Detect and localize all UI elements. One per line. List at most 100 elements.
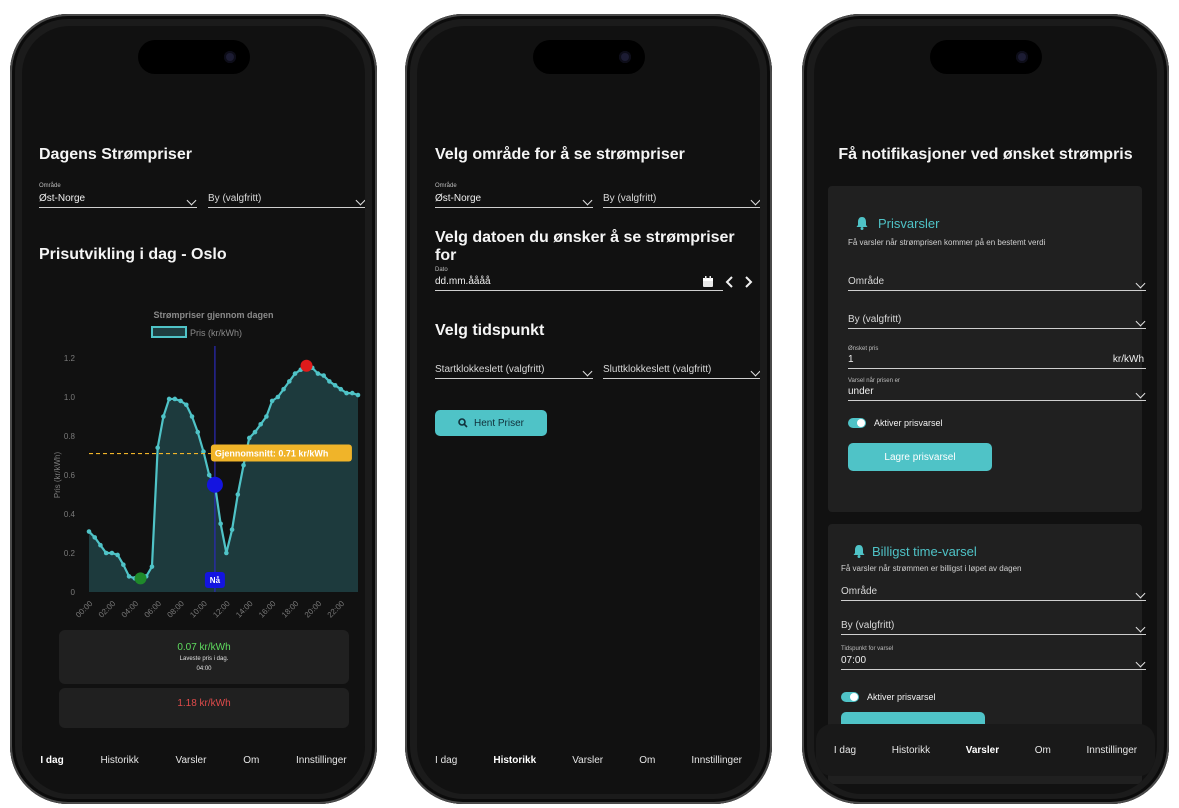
price-point: [355, 392, 361, 398]
nav-today[interactable]: I dag: [40, 755, 63, 766]
city-placeholder: By (valgfritt): [208, 193, 262, 204]
save-price-alert-button[interactable]: Lagre prisvarsel: [848, 443, 992, 471]
price-point: [292, 371, 298, 376]
nav-history[interactable]: Historikk: [493, 755, 536, 766]
time-heading: Velg tidspunkt: [435, 322, 545, 339]
now-label: Nå: [210, 576, 221, 585]
price-point: [246, 435, 252, 441]
y-tick-label: 0.8: [64, 432, 76, 441]
price-point: [332, 383, 338, 388]
price-point: [92, 535, 98, 540]
price-point: [235, 492, 241, 497]
nav-about[interactable]: Om: [1035, 745, 1051, 756]
chevron-down-icon: [1135, 657, 1146, 668]
nav-today[interactable]: I dag: [435, 755, 457, 766]
legend-swatch: [151, 326, 187, 338]
nav-about[interactable]: Om: [243, 755, 259, 766]
chevron-down-icon: [582, 195, 593, 206]
lowest-price-caption: Laveste pris i dag.: [179, 656, 229, 662]
chevron-down-icon: [1135, 278, 1146, 289]
cheapest-hour-toggle[interactable]: [841, 692, 859, 702]
y-tick-label: 1.2: [64, 354, 76, 363]
alert-time-select[interactable]: 07:00: [841, 651, 1146, 670]
nav-about[interactable]: Om: [639, 755, 655, 766]
nav-history[interactable]: Historikk: [892, 745, 930, 756]
price-point: [86, 529, 92, 534]
x-tick-label: 20:00: [303, 599, 324, 620]
price-point: [183, 402, 189, 408]
nav-today[interactable]: I dag: [834, 745, 856, 756]
date-heading: Velg datoen du ønsker å se strømpriser f…: [435, 229, 735, 264]
price-point: [281, 386, 286, 392]
price-chart: Strømpriser gjennom dagen Pris (kr/kWh) 00…: [53, 310, 361, 648]
chart-title: Strømpriser gjennom dagen: [153, 310, 273, 320]
alert-time-value: 07:00: [841, 655, 867, 666]
page-title: Dagens Strømpriser: [39, 146, 192, 163]
x-tick-label: 00:00: [74, 599, 95, 620]
cheapest-hour-toggle-label: Aktiver prisvarsel: [867, 692, 936, 702]
price-point: [218, 521, 223, 527]
now-marker: [206, 476, 223, 493]
price-point: [166, 396, 172, 402]
desired-price-input[interactable]: 1 kr/kWh: [848, 350, 1146, 369]
nav-history[interactable]: Historikk: [100, 755, 138, 766]
y-tick-label: 0.6: [64, 471, 76, 480]
price-point: [172, 396, 178, 402]
alert-when-select[interactable]: under: [848, 382, 1146, 401]
chevron-left-icon[interactable]: [725, 276, 735, 288]
area-select[interactable]: Øst-Norge: [435, 189, 593, 208]
chevron-right-icon[interactable]: [743, 276, 753, 288]
price-point: [241, 462, 246, 468]
alert-city-select[interactable]: By (valgfritt): [848, 310, 1146, 329]
price-point: [275, 394, 281, 400]
price-point: [315, 371, 321, 376]
nav-alerts[interactable]: Varsler: [966, 745, 999, 756]
price-point: [327, 379, 332, 384]
x-tick-label: 18:00: [280, 599, 301, 620]
calendar-icon[interactable]: [702, 276, 714, 288]
y-axis-label: Pris (kr/kWh): [53, 452, 62, 499]
bottom-nav: I dag Historikk Varsler Om Innstillinger: [816, 724, 1155, 776]
price-alert-toggle[interactable]: [848, 418, 866, 428]
price-point: [103, 550, 109, 556]
nav-alerts[interactable]: Varsler: [176, 755, 207, 766]
nav-alerts[interactable]: Varsler: [572, 755, 603, 766]
price-point: [115, 552, 120, 558]
y-tick-label: 0.4: [64, 510, 76, 519]
x-tick-label: 04:00: [120, 599, 141, 620]
phone-alerts: Få notifikasjoner ved ønsket strømpris P…: [802, 14, 1169, 804]
price-point: [121, 562, 126, 567]
end-time-select[interactable]: Sluttklokkeslett (valgfritt): [603, 360, 760, 379]
cheapest-city-select[interactable]: By (valgfritt): [841, 616, 1146, 635]
x-tick-label: 12:00: [211, 599, 232, 620]
fetch-prices-button[interactable]: Hent Priser: [435, 410, 547, 436]
area-select[interactable]: Øst-Norge: [39, 189, 197, 208]
chevron-down-icon: [750, 366, 760, 377]
nav-settings[interactable]: Innstillinger: [691, 755, 742, 766]
nav-settings[interactable]: Innstillinger: [1087, 745, 1138, 756]
start-time-select[interactable]: Startklokkeslett (valgfritt): [435, 360, 593, 379]
cheapest-area-select[interactable]: Område: [841, 582, 1146, 601]
bottom-nav: I dag Historikk Varsler Om Innstillinger: [417, 740, 760, 780]
average-label: Gjennomsnitt: 0.71 kr/kWh: [215, 449, 329, 459]
price-alert-card: Prisvarsler Få varsler når strømprisen k…: [828, 186, 1146, 512]
desired-price-unit: kr/kWh: [1112, 354, 1144, 365]
area-value: Øst-Norge: [435, 193, 482, 204]
y-tick-label: 0.2: [64, 549, 76, 558]
date-input[interactable]: dd.mm.åååå: [435, 272, 723, 291]
price-point: [98, 542, 103, 548]
date-placeholder: dd.mm.åååå: [435, 276, 491, 287]
x-tick-label: 08:00: [165, 599, 186, 620]
price-point: [109, 550, 115, 556]
nav-settings[interactable]: Innstillinger: [296, 755, 347, 766]
screen-alerts: Få notifikasjoner ved ønsket strømpris P…: [814, 26, 1157, 794]
city-select[interactable]: By (valgfritt): [208, 189, 365, 208]
chevron-down-icon: [582, 366, 593, 377]
price-point: [287, 379, 292, 384]
y-tick-label: 1.0: [64, 393, 76, 402]
city-select[interactable]: By (valgfritt): [603, 189, 760, 208]
chevron-down-icon: [186, 195, 197, 206]
x-tick-label: 06:00: [143, 599, 164, 620]
price-point: [338, 386, 344, 392]
alert-area-select[interactable]: Område: [848, 272, 1146, 291]
